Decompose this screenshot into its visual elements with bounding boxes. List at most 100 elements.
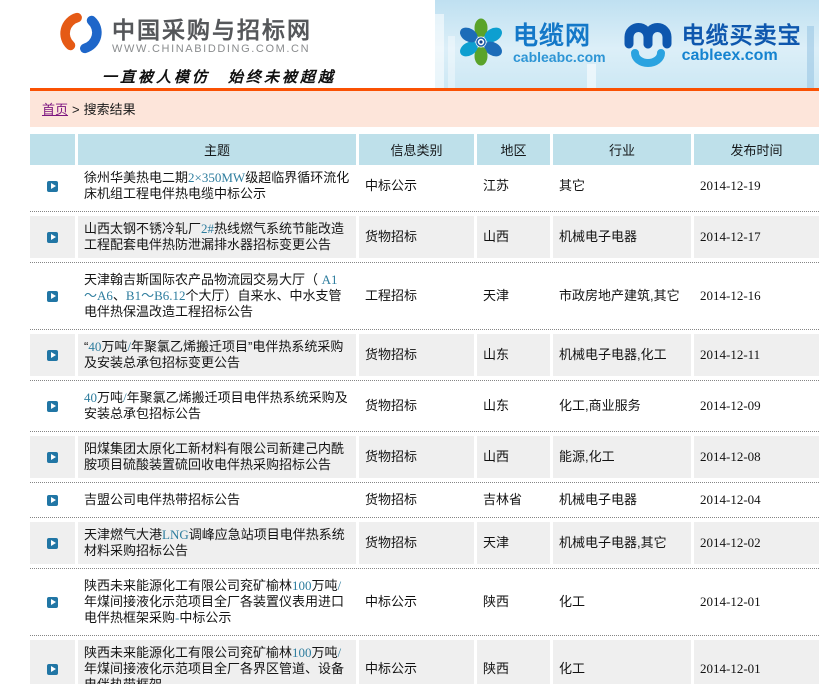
row-subject-cell: “40万吨/年聚氯乙烯搬迁项目”电伴热系统采购及安装总承包招标变更公告 — [78, 334, 359, 376]
breadcrumb-current: 搜索结果 — [84, 102, 136, 117]
row-industry: 机械电子电器,化工 — [553, 334, 694, 376]
row-industry: 机械电子电器 — [553, 487, 694, 513]
doc-arrow-icon — [47, 495, 58, 506]
row-icon-cell — [30, 385, 78, 427]
table-row: 吉盟公司电伴热带招标公告 货物招标 吉林省 机械电子电器 2014-12-04 — [30, 487, 819, 513]
breadcrumb: 首页 > 搜索结果 — [30, 88, 819, 127]
row-category: 货物招标 — [359, 216, 477, 258]
table-header-row: 主题 信息类别 地区 行业 发布时间 — [30, 134, 819, 165]
row-subject-cell: 陕西未来能源化工有限公司兖矿榆林100万吨/年煤间接液化示范项目全厂各装置仪表用… — [78, 573, 359, 631]
row-title-link[interactable]: 天津翰吉斯国际农产品物流园交易大厅（ A1～A6、B1～B6.12个大厅）自来水… — [84, 272, 350, 320]
row-region: 江苏 — [477, 165, 553, 207]
doc-arrow-icon — [47, 181, 58, 192]
row-icon-cell — [30, 216, 78, 258]
site-name: 中国采购与招标网 — [112, 17, 312, 43]
row-industry: 化工,商业服务 — [553, 385, 694, 427]
row-title-link[interactable]: 陕西未来能源化工有限公司兖矿榆林100万吨/年煤间接液化示范项目全厂各装置仪表用… — [84, 578, 350, 626]
column-header-date: 发布时间 — [694, 134, 819, 165]
doc-arrow-icon — [47, 597, 58, 608]
row-category: 货物招标 — [359, 522, 477, 564]
row-category: 中标公示 — [359, 165, 477, 207]
row-date: 2014-12-09 — [694, 385, 819, 427]
partner-name: 电缆买卖宝 — [682, 23, 802, 47]
row-subject-cell: 陕西未来能源化工有限公司兖矿榆林100万吨/年煤间接液化示范项目全厂各界区管道、… — [78, 640, 359, 684]
row-title-link[interactable]: 陕西未来能源化工有限公司兖矿榆林100万吨/年煤间接液化示范项目全厂各界区管道、… — [84, 645, 350, 684]
row-date: 2014-12-17 — [694, 216, 819, 258]
row-title-link[interactable]: 吉盟公司电伴热带招标公告 — [84, 492, 240, 508]
row-subject-cell: 徐州华美热电二期2×350MW级超临界循环流化床机组工程电伴热电缆中标公示 — [78, 165, 359, 207]
row-region: 陕西 — [477, 640, 553, 684]
banner-deco-bar — [807, 26, 814, 88]
row-icon-cell — [30, 640, 78, 684]
results-table: 主题 信息类别 地区 行业 发布时间 徐州华美热电二期2×350MW级超临界循环… — [30, 134, 819, 684]
table-row: “40万吨/年聚氯乙烯搬迁项目”电伴热系统采购及安装总承包招标变更公告 货物招标… — [30, 334, 819, 376]
table-row: 山西太钢不锈冷轧厂2#热线燃气系统节能改造工程配套电伴热防泄漏排水器招标变更公告… — [30, 216, 819, 258]
row-region: 山东 — [477, 334, 553, 376]
row-title-link[interactable]: 40万吨/年聚氯乙烯搬迁项目电伴热系统采购及安装总承包招标公告 — [84, 390, 350, 422]
partner-domain: cableabc.com — [513, 49, 606, 65]
row-date: 2014-12-11 — [694, 334, 819, 376]
row-subject-cell: 天津翰吉斯国际农产品物流园交易大厅（ A1～A6、B1～B6.12个大厅）自来水… — [78, 267, 359, 325]
breadcrumb-home-link[interactable]: 首页 — [42, 102, 68, 117]
row-separator — [30, 329, 819, 330]
row-industry: 化工 — [553, 573, 694, 631]
row-category: 工程招标 — [359, 267, 477, 325]
mu-icon — [620, 17, 676, 72]
banner-deco-bar — [448, 36, 455, 88]
row-industry: 机械电子电器 — [553, 216, 694, 258]
row-separator — [30, 568, 819, 569]
row-separator — [30, 635, 819, 636]
row-industry: 机械电子电器,其它 — [553, 522, 694, 564]
table-row: 徐州华美热电二期2×350MW级超临界循环流化床机组工程电伴热电缆中标公示 中标… — [30, 165, 819, 207]
row-icon-cell — [30, 573, 78, 631]
banner-deco-bar — [587, 64, 596, 88]
row-industry: 能源,化工 — [553, 436, 694, 478]
partner-name: 电缆网 — [513, 23, 606, 49]
page-header: 中国采购与招标网 WWW.CHINABIDDING.COM.CN 一直被人模仿 … — [0, 0, 819, 88]
row-title-link[interactable]: 阳煤集团太原化工新材料有限公司新建己内酰胺项目硫酸装置硫回收电伴热采购招标公告 — [84, 441, 350, 473]
banner-deco-bar — [435, 14, 444, 88]
row-icon-cell — [30, 436, 78, 478]
row-separator — [30, 482, 819, 483]
column-header-industry: 行业 — [553, 134, 694, 165]
row-separator — [30, 380, 819, 381]
row-icon-cell — [30, 267, 78, 325]
doc-arrow-icon — [47, 291, 58, 302]
breadcrumb-separator: > — [72, 102, 80, 117]
doc-arrow-icon — [47, 401, 58, 412]
row-subject-cell: 天津燃气大港LNG调峰应急站项目电伴热系统材料采购招标公告 — [78, 522, 359, 564]
partner-cableex-logo[interactable]: 电缆买卖宝 cableex.com — [620, 17, 802, 72]
row-icon-cell — [30, 334, 78, 376]
row-subject-cell: 40万吨/年聚氯乙烯搬迁项目电伴热系统采购及安装总承包招标公告 — [78, 385, 359, 427]
row-date: 2014-12-08 — [694, 436, 819, 478]
row-category: 货物招标 — [359, 334, 477, 376]
row-subject-cell: 山西太钢不锈冷轧厂2#热线燃气系统节能改造工程配套电伴热防泄漏排水器招标变更公告 — [78, 216, 359, 258]
row-region: 山西 — [477, 436, 553, 478]
partner-cableabc-logo[interactable]: 电缆网 cableabc.com — [455, 16, 606, 73]
row-subject-cell: 阳煤集团太原化工新材料有限公司新建己内酰胺项目硫酸装置硫回收电伴热采购招标公告 — [78, 436, 359, 478]
row-separator — [30, 431, 819, 432]
table-row: 阳煤集团太原化工新材料有限公司新建己内酰胺项目硫酸装置硫回收电伴热采购招标公告 … — [30, 436, 819, 478]
row-category: 货物招标 — [359, 487, 477, 513]
column-header-icon — [30, 134, 78, 165]
row-region: 天津 — [477, 522, 553, 564]
doc-arrow-icon — [47, 452, 58, 463]
row-title-link[interactable]: “40万吨/年聚氯乙烯搬迁项目”电伴热系统采购及安装总承包招标变更公告 — [84, 339, 350, 371]
site-logo[interactable]: 中国采购与招标网 WWW.CHINABIDDING.COM.CN 一直被人模仿 … — [58, 10, 336, 87]
row-title-link[interactable]: 天津燃气大港LNG调峰应急站项目电伴热系统材料采购招标公告 — [84, 527, 350, 559]
row-date: 2014-12-02 — [694, 522, 819, 564]
column-header-region: 地区 — [477, 134, 553, 165]
row-industry: 其它 — [553, 165, 694, 207]
row-date: 2014-12-16 — [694, 267, 819, 325]
row-region: 山东 — [477, 385, 553, 427]
flower-icon — [455, 16, 507, 73]
site-url: WWW.CHINABIDDING.COM.CN — [112, 43, 312, 55]
row-category: 货物招标 — [359, 436, 477, 478]
table-row: 陕西未来能源化工有限公司兖矿榆林100万吨/年煤间接液化示范项目全厂各界区管道、… — [30, 640, 819, 684]
row-title-link[interactable]: 徐州华美热电二期2×350MW级超临界循环流化床机组工程电伴热电缆中标公示 — [84, 170, 350, 202]
row-title-link[interactable]: 山西太钢不锈冷轧厂2#热线燃气系统节能改造工程配套电伴热防泄漏排水器招标变更公告 — [84, 221, 350, 253]
column-header-category: 信息类别 — [359, 134, 477, 165]
row-date: 2014-12-01 — [694, 640, 819, 684]
chinabidding-swirl-icon — [58, 10, 104, 61]
row-icon-cell — [30, 165, 78, 207]
